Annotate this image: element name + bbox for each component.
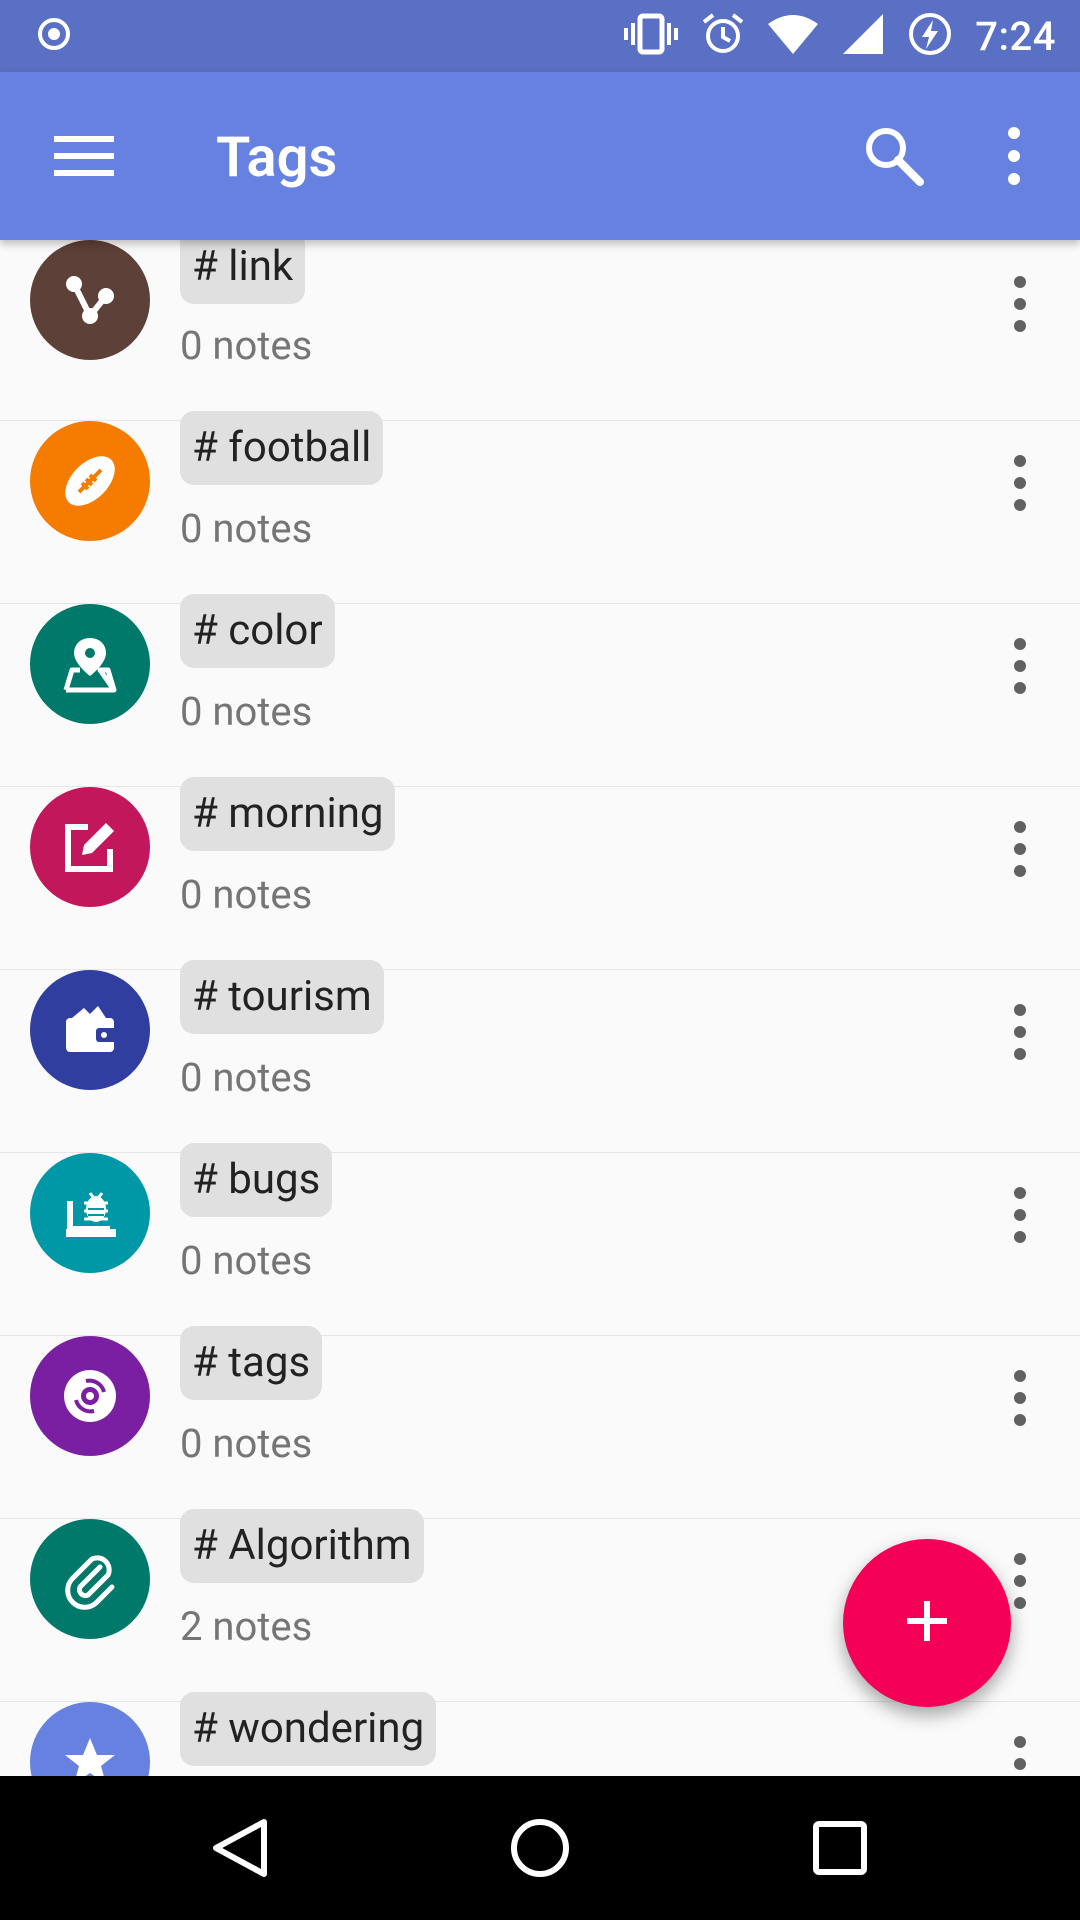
system-nav-bar (0, 1776, 1080, 1920)
tag-chip: # tags (180, 1326, 323, 1400)
tag-chip: # Algorithm (180, 1509, 424, 1583)
note-count: 2 notes (180, 1603, 313, 1650)
more-vert-icon[interactable] (1002, 817, 1038, 881)
more-vert-icon[interactable] (1002, 634, 1038, 698)
status-bar: 7:24 (0, 0, 1080, 72)
map-pin-icon (30, 604, 150, 724)
tag-row-tourism[interactable]: # tourism 0 notes (0, 960, 1080, 1154)
battery-charging-icon (907, 11, 953, 61)
tag-chip: # link (180, 238, 306, 304)
app-bar: Tags (0, 72, 1080, 240)
tag-row-morning[interactable]: # morning 0 notes (0, 777, 1080, 971)
more-vert-icon[interactable] (1002, 1366, 1038, 1430)
link-nodes-icon (30, 240, 150, 360)
tag-chip: # wondering (180, 1692, 437, 1766)
add-icon (903, 1597, 951, 1649)
recents-icon[interactable] (808, 1816, 872, 1880)
tag-row-color[interactable]: # color 0 notes (0, 594, 1080, 788)
attachment-icon (30, 1519, 150, 1639)
more-vert-icon[interactable] (1002, 451, 1038, 515)
wallet-icon (30, 970, 150, 1090)
star-icon (30, 1702, 150, 1776)
more-vert-icon[interactable] (1002, 1183, 1038, 1247)
edit-icon (30, 787, 150, 907)
home-icon[interactable] (508, 1816, 572, 1880)
bug-report-icon (30, 1153, 150, 1273)
disc-icon (30, 1336, 150, 1456)
tag-chip: # morning (180, 777, 396, 851)
tag-chip: # color (180, 594, 335, 668)
record-icon (36, 16, 72, 56)
page-title: Tags (216, 124, 338, 190)
more-vert-icon[interactable] (990, 120, 1038, 192)
note-count: 0 notes (180, 688, 313, 735)
football-icon (30, 421, 150, 541)
more-vert-icon[interactable] (1002, 1732, 1038, 1776)
tag-row-football[interactable]: # football 0 notes (0, 411, 1080, 605)
note-count: 0 notes (180, 322, 313, 369)
tag-chip: # bugs (180, 1143, 333, 1217)
tag-chip: # tourism (180, 960, 384, 1034)
menu-icon[interactable] (48, 128, 120, 184)
more-vert-icon[interactable] (1002, 272, 1038, 336)
signal-icon (841, 12, 885, 60)
clock-time: 7:24 (975, 12, 1056, 60)
tag-row-link[interactable]: # link 0 notes (0, 238, 1080, 422)
note-count: 0 notes (180, 1237, 313, 1284)
back-icon[interactable] (208, 1816, 272, 1880)
wifi-icon (767, 12, 819, 60)
note-count: 0 notes (180, 505, 313, 552)
tag-chip: # football (180, 411, 384, 485)
add-tag-fab[interactable] (843, 1539, 1011, 1707)
note-count: 0 notes (180, 871, 313, 918)
tag-row-tags[interactable]: # tags 0 notes (0, 1326, 1080, 1520)
tag-row-wondering[interactable]: # wondering (0, 1692, 1080, 1776)
note-count: 0 notes (180, 1054, 313, 1101)
more-vert-icon[interactable] (1002, 1000, 1038, 1064)
tag-row-bugs[interactable]: # bugs 0 notes (0, 1143, 1080, 1337)
vibrate-icon (623, 12, 679, 60)
search-icon[interactable] (858, 120, 930, 192)
alarm-icon (701, 12, 745, 60)
note-count: 0 notes (180, 1420, 313, 1467)
